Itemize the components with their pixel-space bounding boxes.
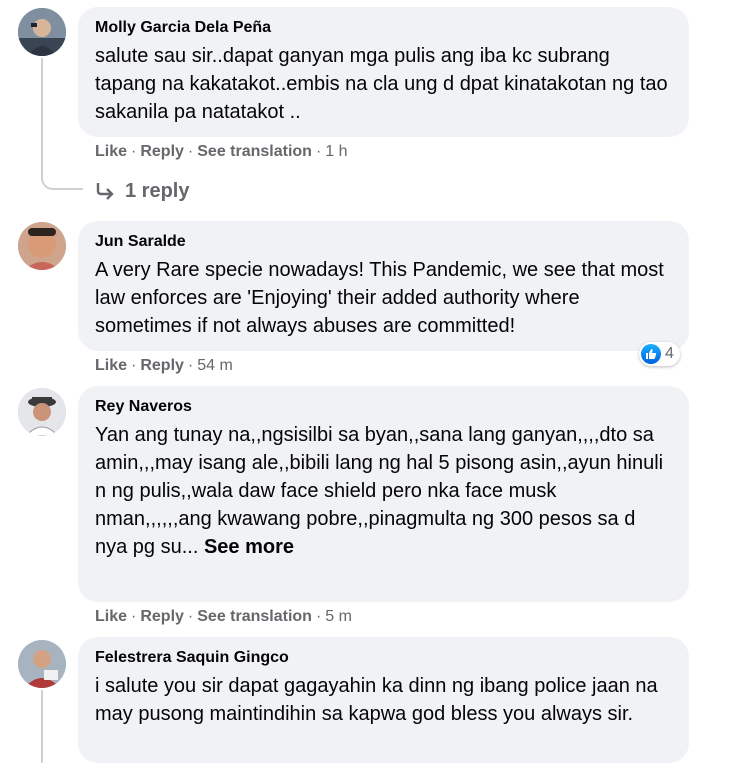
- like-link[interactable]: Like: [95, 143, 127, 160]
- reply-link[interactable]: Reply: [140, 357, 184, 374]
- view-replies-link[interactable]: 1 reply: [95, 179, 189, 203]
- timestamp[interactable]: 5 m: [325, 608, 352, 625]
- replies-count-label: 1 reply: [125, 180, 190, 202]
- person-photo-icon: [18, 388, 66, 436]
- comment-actions: Like · Reply · 54 m: [95, 356, 233, 376]
- comment-text: Yan ang tunay na,,ngsisilbi sa byan,,san…: [95, 421, 673, 561]
- person-photo-icon: [18, 8, 66, 56]
- thread-line: [41, 690, 43, 763]
- avatar[interactable]: [18, 222, 66, 270]
- thread-curve: [41, 170, 83, 190]
- separator: ·: [315, 143, 322, 160]
- reaction-count: 4: [665, 345, 674, 362]
- reply-link[interactable]: Reply: [140, 143, 184, 160]
- separator: ·: [187, 357, 194, 374]
- see-more-link[interactable]: See more: [204, 536, 294, 558]
- comment-text-body: Yan ang tunay na,,ngsisilbi sa byan,,san…: [95, 424, 664, 558]
- separator: ·: [131, 143, 137, 160]
- like-link[interactable]: Like: [95, 357, 127, 374]
- separator: ·: [131, 608, 137, 625]
- separator: ·: [131, 357, 137, 374]
- avatar[interactable]: [18, 640, 66, 688]
- comment-text: salute sau sir..dapat ganyan mga pulis a…: [95, 45, 668, 123]
- person-photo-icon: [18, 640, 66, 688]
- avatar[interactable]: [18, 388, 66, 436]
- comment-text: A very Rare specie nowadays! This Pandem…: [95, 259, 664, 337]
- thumbs-up-icon: [641, 344, 661, 364]
- separator: ·: [187, 608, 194, 625]
- reply-arrow-icon: [96, 183, 114, 200]
- reaction-summary[interactable]: 4: [639, 342, 680, 366]
- comment-author[interactable]: Molly Garcia Dela Peña: [95, 18, 673, 38]
- person-photo-icon: [18, 222, 66, 270]
- comment-author[interactable]: Felestrera Saquin Gingco: [95, 648, 673, 668]
- comment-bubble: Jun Saralde A very Rare specie nowadays!…: [78, 221, 689, 351]
- like-link[interactable]: Like: [95, 608, 127, 625]
- comment-bubble: Felestrera Saquin Gingco i salute you si…: [78, 637, 689, 763]
- see-translation-link[interactable]: See translation: [197, 608, 312, 625]
- reply-link[interactable]: Reply: [140, 608, 184, 625]
- avatar[interactable]: [18, 8, 66, 56]
- thread-line: [41, 58, 43, 180]
- separator: ·: [187, 143, 194, 160]
- see-translation-link[interactable]: See translation: [197, 143, 312, 160]
- comment-author[interactable]: Rey Naveros: [95, 397, 673, 417]
- timestamp[interactable]: 1 h: [325, 143, 347, 160]
- separator: ·: [315, 608, 322, 625]
- comment-text: i salute you sir dapat gagayahin ka dinn…: [95, 675, 658, 725]
- comment-actions: Like · Reply · See translation · 1 h: [95, 142, 348, 162]
- comment-bubble: Rey Naveros Yan ang tunay na,,ngsisilbi …: [78, 386, 689, 602]
- comment-actions: Like · Reply · See translation · 5 m: [95, 607, 352, 627]
- comment-author[interactable]: Jun Saralde: [95, 232, 673, 252]
- timestamp[interactable]: 54 m: [197, 357, 233, 374]
- comment-bubble: Molly Garcia Dela Peña salute sau sir..d…: [78, 7, 689, 137]
